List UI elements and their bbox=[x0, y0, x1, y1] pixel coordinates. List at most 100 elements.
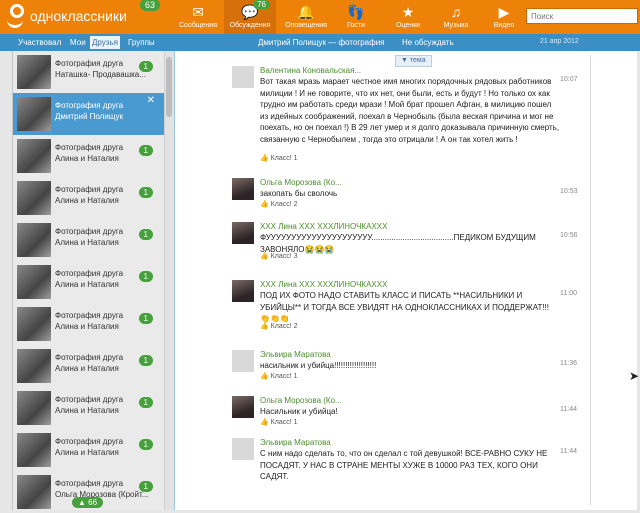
discussion-subbar: Участвовал Мои Друзья Группы Дмитрий Пол… bbox=[0, 34, 640, 51]
avatar[interactable] bbox=[232, 222, 254, 244]
ok-logo-icon bbox=[4, 3, 28, 29]
discussion-title[interactable]: Дмитрий Полищук — фотография bbox=[258, 38, 385, 47]
envelope-icon: ✉ bbox=[192, 4, 204, 20]
nav-label: Оценки bbox=[395, 22, 421, 29]
discussion-list-item[interactable]: Фотография друга Наташка- Продавашка... 1 bbox=[13, 51, 165, 93]
like-button[interactable]: 👍 Класс! 2 bbox=[260, 322, 298, 330]
discussion-list-item[interactable]: Фотография друга Алина и Наталия 1 bbox=[13, 219, 165, 261]
avatar[interactable] bbox=[232, 396, 254, 418]
discussion-list-item[interactable]: Фотография друга Алина и Наталия 1 bbox=[13, 303, 165, 345]
new-count-badge: 1 bbox=[138, 439, 153, 450]
comment-text: ПОД ИХ ФОТО НАДО СТАВИТЬ КЛАСС И ПИСАТЬ … bbox=[260, 291, 550, 323]
sidebar-scrollbar[interactable] bbox=[164, 51, 174, 510]
tab-groups[interactable]: Группы bbox=[126, 36, 157, 49]
comment-author[interactable]: Ольга Морозова (Ко... bbox=[260, 178, 342, 187]
nav-label: Гости bbox=[347, 22, 365, 29]
avatar[interactable] bbox=[232, 280, 254, 302]
comment-time: 11:44 bbox=[560, 406, 577, 413]
more-discussions-count: 66 bbox=[88, 498, 98, 507]
tab-participated[interactable]: Участвовал bbox=[16, 36, 63, 49]
rating-icon: ★ bbox=[401, 4, 415, 20]
photo-thumbnail bbox=[17, 475, 51, 509]
like-count: Класс! 1 bbox=[270, 419, 298, 426]
discussion-list-item[interactable]: Фотография друга Алина и Наталия 1 bbox=[13, 387, 165, 429]
photo-thumbnail bbox=[17, 181, 51, 215]
nav-footprints[interactable]: 👣 Гости bbox=[330, 0, 382, 34]
new-count-badge: 1 bbox=[138, 61, 153, 72]
comment-time: 10:53 bbox=[560, 188, 578, 195]
avatar[interactable] bbox=[232, 438, 254, 460]
like-button[interactable]: 👍 Класс! 1 bbox=[260, 418, 298, 426]
nav-bell[interactable]: 🔔 Оповещения bbox=[280, 0, 332, 34]
photo-thumbnail bbox=[17, 391, 51, 425]
comment-author[interactable]: XXX Лина XXX XXXЛИНОЧКАXXX bbox=[260, 280, 387, 289]
item-type: Фотография друга bbox=[55, 185, 124, 194]
comment-time: 11:00 bbox=[560, 290, 577, 297]
item-owner: Алина и Наталия bbox=[55, 196, 119, 205]
comment-text: Вот такая мразь марает честное имя многи… bbox=[260, 77, 560, 144]
nav-rating[interactable]: ★ Оценки bbox=[382, 0, 434, 34]
comment-time: 10:07 bbox=[560, 76, 578, 83]
footprints-icon: 👣 bbox=[347, 4, 365, 20]
sidebar-scroll-thumb[interactable] bbox=[166, 57, 172, 117]
topic-toggle-button[interactable]: ▼ тема bbox=[395, 55, 432, 67]
logo-text: одноклассники bbox=[30, 8, 127, 24]
nav-envelope[interactable]: ✉ Сообщения bbox=[172, 0, 224, 34]
photo-thumbnail bbox=[17, 265, 51, 299]
new-count-badge: 1 bbox=[138, 355, 153, 366]
discussion-list-item[interactable]: Фотография друга Алина и Наталия 1 bbox=[13, 261, 165, 303]
nav-video[interactable]: ▶ Видео bbox=[478, 0, 530, 34]
ignore-discussion-link[interactable]: Не обсуждать bbox=[402, 38, 454, 47]
item-owner: Алина и Наталия bbox=[55, 238, 119, 247]
photo-thumbnail bbox=[17, 97, 51, 131]
like-count: Класс! 2 bbox=[270, 323, 298, 330]
comment-time: 11:36 bbox=[560, 360, 577, 367]
discussion-list-item[interactable]: Фотография друга Алина и Наталия 1 bbox=[13, 345, 165, 387]
new-count-badge: 1 bbox=[138, 229, 153, 240]
new-count-badge: 1 bbox=[138, 313, 153, 324]
new-count-badge: 1 bbox=[138, 397, 153, 408]
item-owner: Алина и Наталия bbox=[55, 280, 119, 289]
top-bar: одноклассники 63 ✉ Сообщения 💬 Обсуждения 76… bbox=[0, 0, 640, 34]
video-icon: ▶ bbox=[498, 4, 510, 20]
like-count: Класс! 2 bbox=[270, 201, 298, 208]
item-type: Фотография друга bbox=[55, 437, 124, 446]
discussion-list-item[interactable]: Фотография друга Алина и Наталия 1 bbox=[13, 429, 165, 471]
nav-chat[interactable]: 💬 Обсуждения 76 bbox=[224, 0, 276, 34]
avatar[interactable] bbox=[232, 66, 254, 88]
item-type: Фотография друга bbox=[55, 479, 124, 488]
avatar[interactable] bbox=[232, 350, 254, 372]
photo-thumbnail bbox=[17, 55, 51, 89]
nav-music[interactable]: ♫ Музыка bbox=[430, 0, 482, 34]
comment-author[interactable]: Эльвира Маратова bbox=[260, 438, 331, 447]
like-button[interactable]: 👍 Класс! 1 bbox=[260, 154, 298, 162]
close-icon[interactable]: ✕ bbox=[147, 95, 155, 106]
tab-mine[interactable]: Мои bbox=[68, 36, 88, 49]
discussion-list-item[interactable]: Фотография друга Алина и Наталия 1 bbox=[13, 177, 165, 219]
new-count-badge: 1 bbox=[138, 145, 153, 156]
like-button[interactable]: 👍 Класс! 2 bbox=[260, 200, 298, 208]
item-owner: Ольга Морозова (Кройт... bbox=[55, 490, 149, 499]
new-count-badge: 1 bbox=[138, 187, 153, 198]
mouse-cursor-icon: ➤ bbox=[629, 369, 640, 383]
like-button[interactable]: 👍 Класс! 3 bbox=[260, 252, 298, 260]
logo[interactable]: одноклассники bbox=[4, 3, 127, 29]
like-count: Класс! 1 bbox=[270, 155, 298, 162]
item-owner: Алина и Наталия bbox=[55, 154, 119, 163]
discussion-list-item[interactable]: Фотография друга Алина и Наталия 1 bbox=[13, 135, 165, 177]
photo-thumbnail bbox=[17, 307, 51, 341]
search-input[interactable] bbox=[526, 8, 638, 24]
comment-author[interactable]: Эльвира Маратова bbox=[260, 350, 331, 359]
more-discussions-badge[interactable]: ▲ 66 bbox=[72, 497, 104, 508]
comment-author[interactable]: Валентина Коновальская... bbox=[260, 66, 361, 75]
comment-author[interactable]: XXX Лина XXX XXXЛИНОЧКАXXX bbox=[260, 222, 387, 231]
like-button[interactable]: 👍 Класс! 1 bbox=[260, 372, 298, 380]
nav-label: Обсуждения bbox=[229, 22, 271, 29]
discussion-list-item[interactable]: Фотография друга Дмитрий Полищук ✕ bbox=[13, 93, 173, 135]
comment-author[interactable]: Ольга Морозова (Ко... bbox=[260, 396, 342, 405]
item-type: Фотография друга bbox=[55, 395, 124, 404]
music-icon: ♫ bbox=[450, 4, 462, 20]
tab-friends[interactable]: Друзья bbox=[90, 36, 120, 49]
nav-label: Музыка bbox=[443, 22, 469, 29]
avatar[interactable] bbox=[232, 178, 254, 200]
